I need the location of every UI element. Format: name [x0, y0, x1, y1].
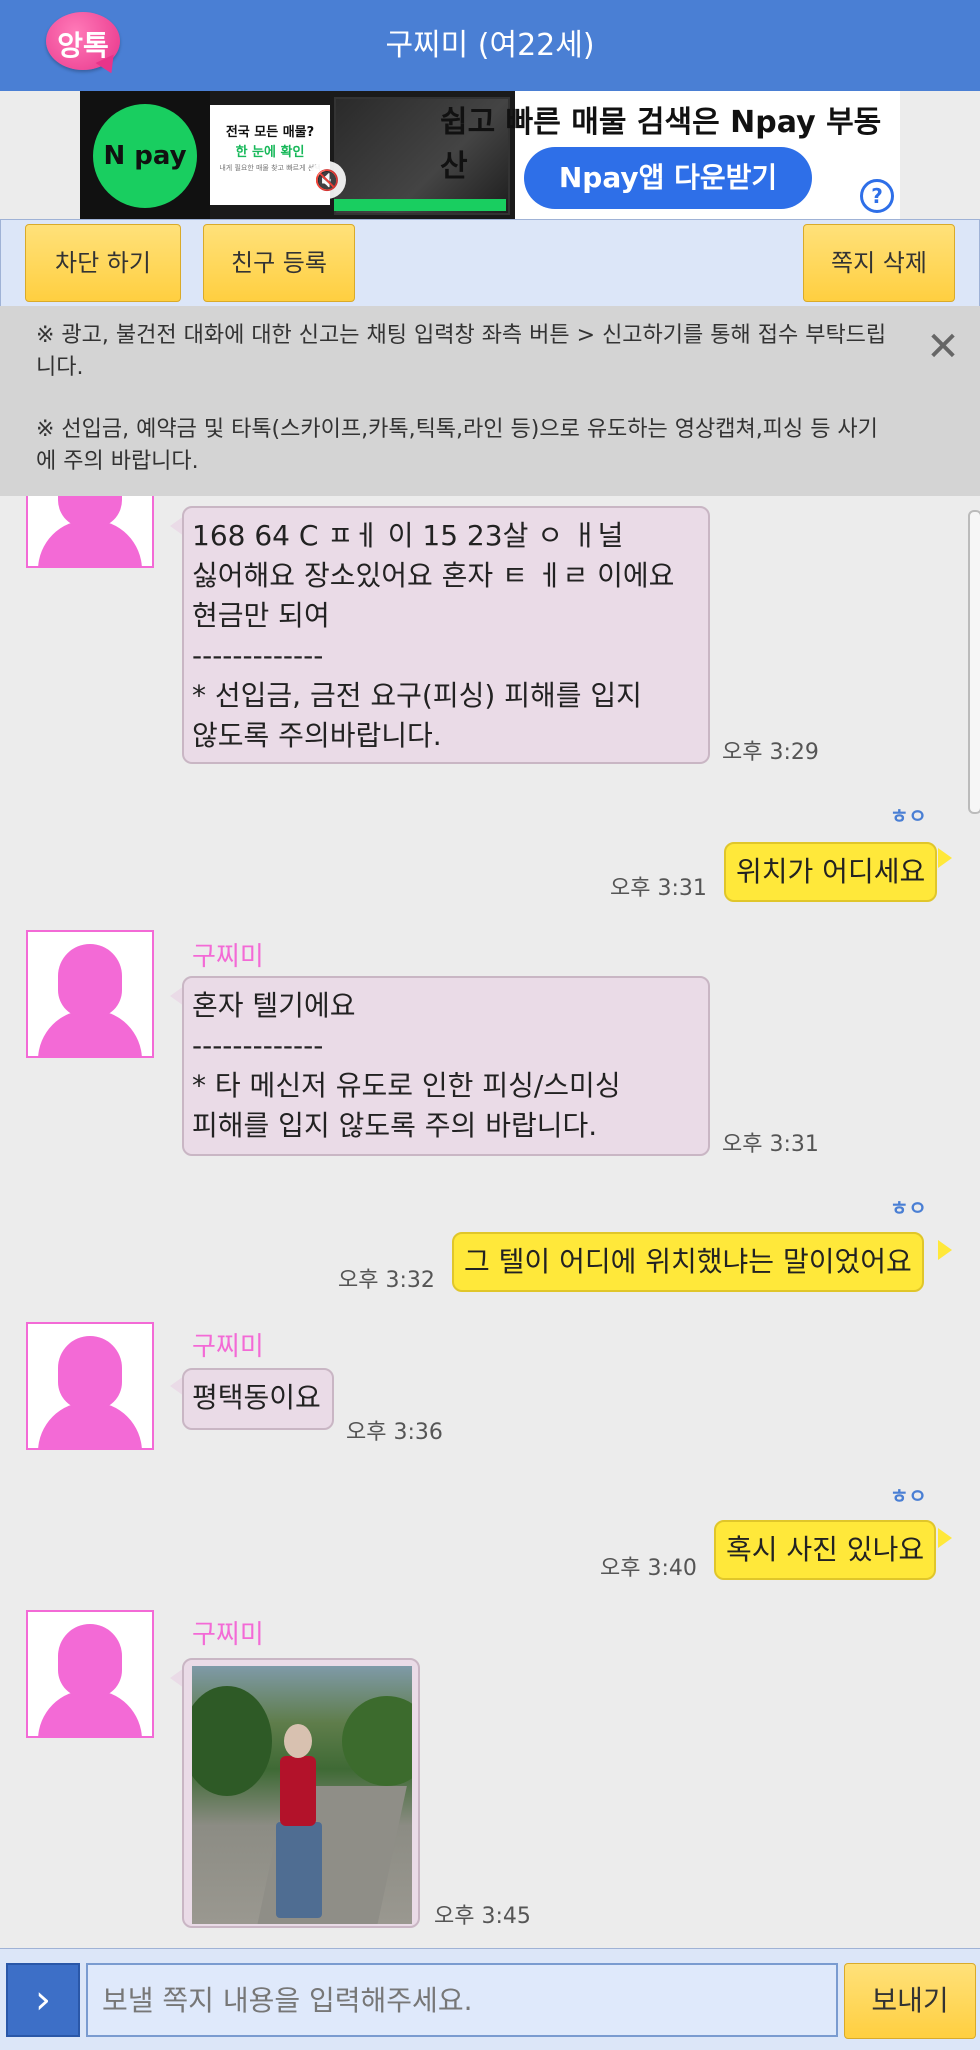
page-title: 구찌미 (여22세)	[385, 28, 595, 63]
action-toolbar: 차단 하기 친구 등록 쪽지 삭제	[0, 219, 980, 307]
photo-person-head	[284, 1724, 312, 1758]
bubble-tail	[938, 848, 952, 868]
app-header: 앙톡 구찌미 (여22세)	[0, 0, 980, 91]
read-indicator: ㅎㅇ	[890, 804, 927, 828]
ad-npay-logo-panel: N pay	[80, 91, 210, 219]
ad-download-button[interactable]: Npay앱 다운받기	[524, 147, 812, 209]
photo-tree	[342, 1696, 412, 1786]
incoming-message-bubble: 평택동이요	[182, 1368, 334, 1430]
message-timestamp: 오후 3:31	[610, 876, 707, 901]
message-timestamp: 오후 3:40	[600, 1556, 697, 1581]
npay-logo-text: N pay	[103, 141, 187, 171]
incoming-message-bubble: 168 64 C ㅍㅔ 이 15 23살 ㅇ ㅐ널 싫어해요 장소있어요 혼자 …	[182, 506, 710, 764]
ad-green-strip	[334, 199, 506, 211]
message-timestamp: 오후 3:32	[338, 1268, 435, 1293]
ad-help-icon[interactable]: ?	[860, 179, 894, 213]
avatar-head	[58, 944, 122, 1018]
sender-avatar[interactable]	[26, 930, 154, 1058]
send-button[interactable]: 보내기	[844, 1963, 976, 2039]
avatar-body	[38, 520, 142, 566]
block-button[interactable]: 차단 하기	[25, 224, 181, 302]
delete-message-button[interactable]: 쪽지 삭제	[803, 224, 955, 302]
bubble-tail	[938, 1240, 952, 1260]
avatar-body	[38, 1690, 142, 1736]
ad-banner[interactable]: N pay 전국 모든 매물? 한 눈에 확인 내게 필요한 매물 찾고 빠르게…	[80, 91, 900, 219]
outgoing-message-bubble: 위치가 어디세요	[724, 842, 938, 902]
read-indicator: ㅎㅇ	[890, 1484, 927, 1508]
ad-card-line2: 한 눈에 확인	[235, 145, 305, 160]
mute-icon[interactable]: 🔇	[308, 161, 346, 199]
read-indicator: ㅎㅇ	[890, 1196, 927, 1220]
notice-report-text: ※ 광고, 불건전 대화에 대한 신고는 채팅 입력창 좌측 버튼 > 신고하기…	[36, 323, 887, 380]
message-timestamp: 오후 3:31	[722, 1132, 819, 1157]
incoming-message-bubble: 혼자 텔기에요 ------------- * 타 메신저 유도로 인한 피싱/…	[182, 976, 710, 1156]
message-timestamp: 오후 3:45	[434, 1904, 531, 1929]
message-input-bar: › 보내기	[0, 1948, 980, 2050]
photo-tree	[192, 1686, 272, 1796]
photo-person-top	[280, 1756, 316, 1826]
bubble-tail	[938, 1528, 952, 1548]
avatar-head	[58, 1336, 122, 1410]
sender-name: 구찌미	[192, 942, 264, 972]
photo-person-legs	[276, 1822, 322, 1918]
sender-avatar[interactable]	[26, 1610, 154, 1738]
chat-scrollbar[interactable]	[968, 510, 980, 814]
outgoing-message-bubble: 그 텔이 어디에 위치했냐는 말이었어요	[452, 1232, 924, 1292]
message-input[interactable]	[86, 1963, 838, 2037]
ad-card-line1: 전국 모든 매물?	[225, 125, 315, 140]
sender-avatar[interactable]	[26, 496, 154, 568]
sender-name: 구찌미	[192, 1332, 264, 1362]
sender-name: 구찌미	[192, 1620, 264, 1650]
message-timestamp: 오후 3:29	[722, 740, 819, 765]
add-friend-button[interactable]: 친구 등록	[203, 224, 355, 302]
close-icon[interactable]: ✕	[920, 324, 966, 370]
shared-photo[interactable]	[192, 1666, 412, 1924]
notice-scam-text: ※ 선입금, 예약금 및 타톡(스카이프,카톡,틱톡,라인 등)으로 유도하는 …	[36, 417, 878, 474]
avatar-body	[38, 1010, 142, 1056]
chat-area[interactable]: 168 64 C ㅍㅔ 이 15 23살 ㅇ ㅐ널 싫어해요 장소있어요 혼자 …	[0, 496, 980, 1948]
warning-notice: ※ 광고, 불건전 대화에 대한 신고는 채팅 입력창 좌측 버튼 > 신고하기…	[0, 306, 980, 496]
sender-avatar[interactable]	[26, 1322, 154, 1450]
outgoing-message-bubble: 혹시 사진 있나요	[714, 1520, 937, 1580]
chevron-right-icon[interactable]: ›	[6, 1963, 80, 2037]
avatar-body	[38, 1402, 142, 1448]
avatar-head	[58, 1624, 122, 1698]
message-timestamp: 오후 3:36	[346, 1420, 443, 1445]
